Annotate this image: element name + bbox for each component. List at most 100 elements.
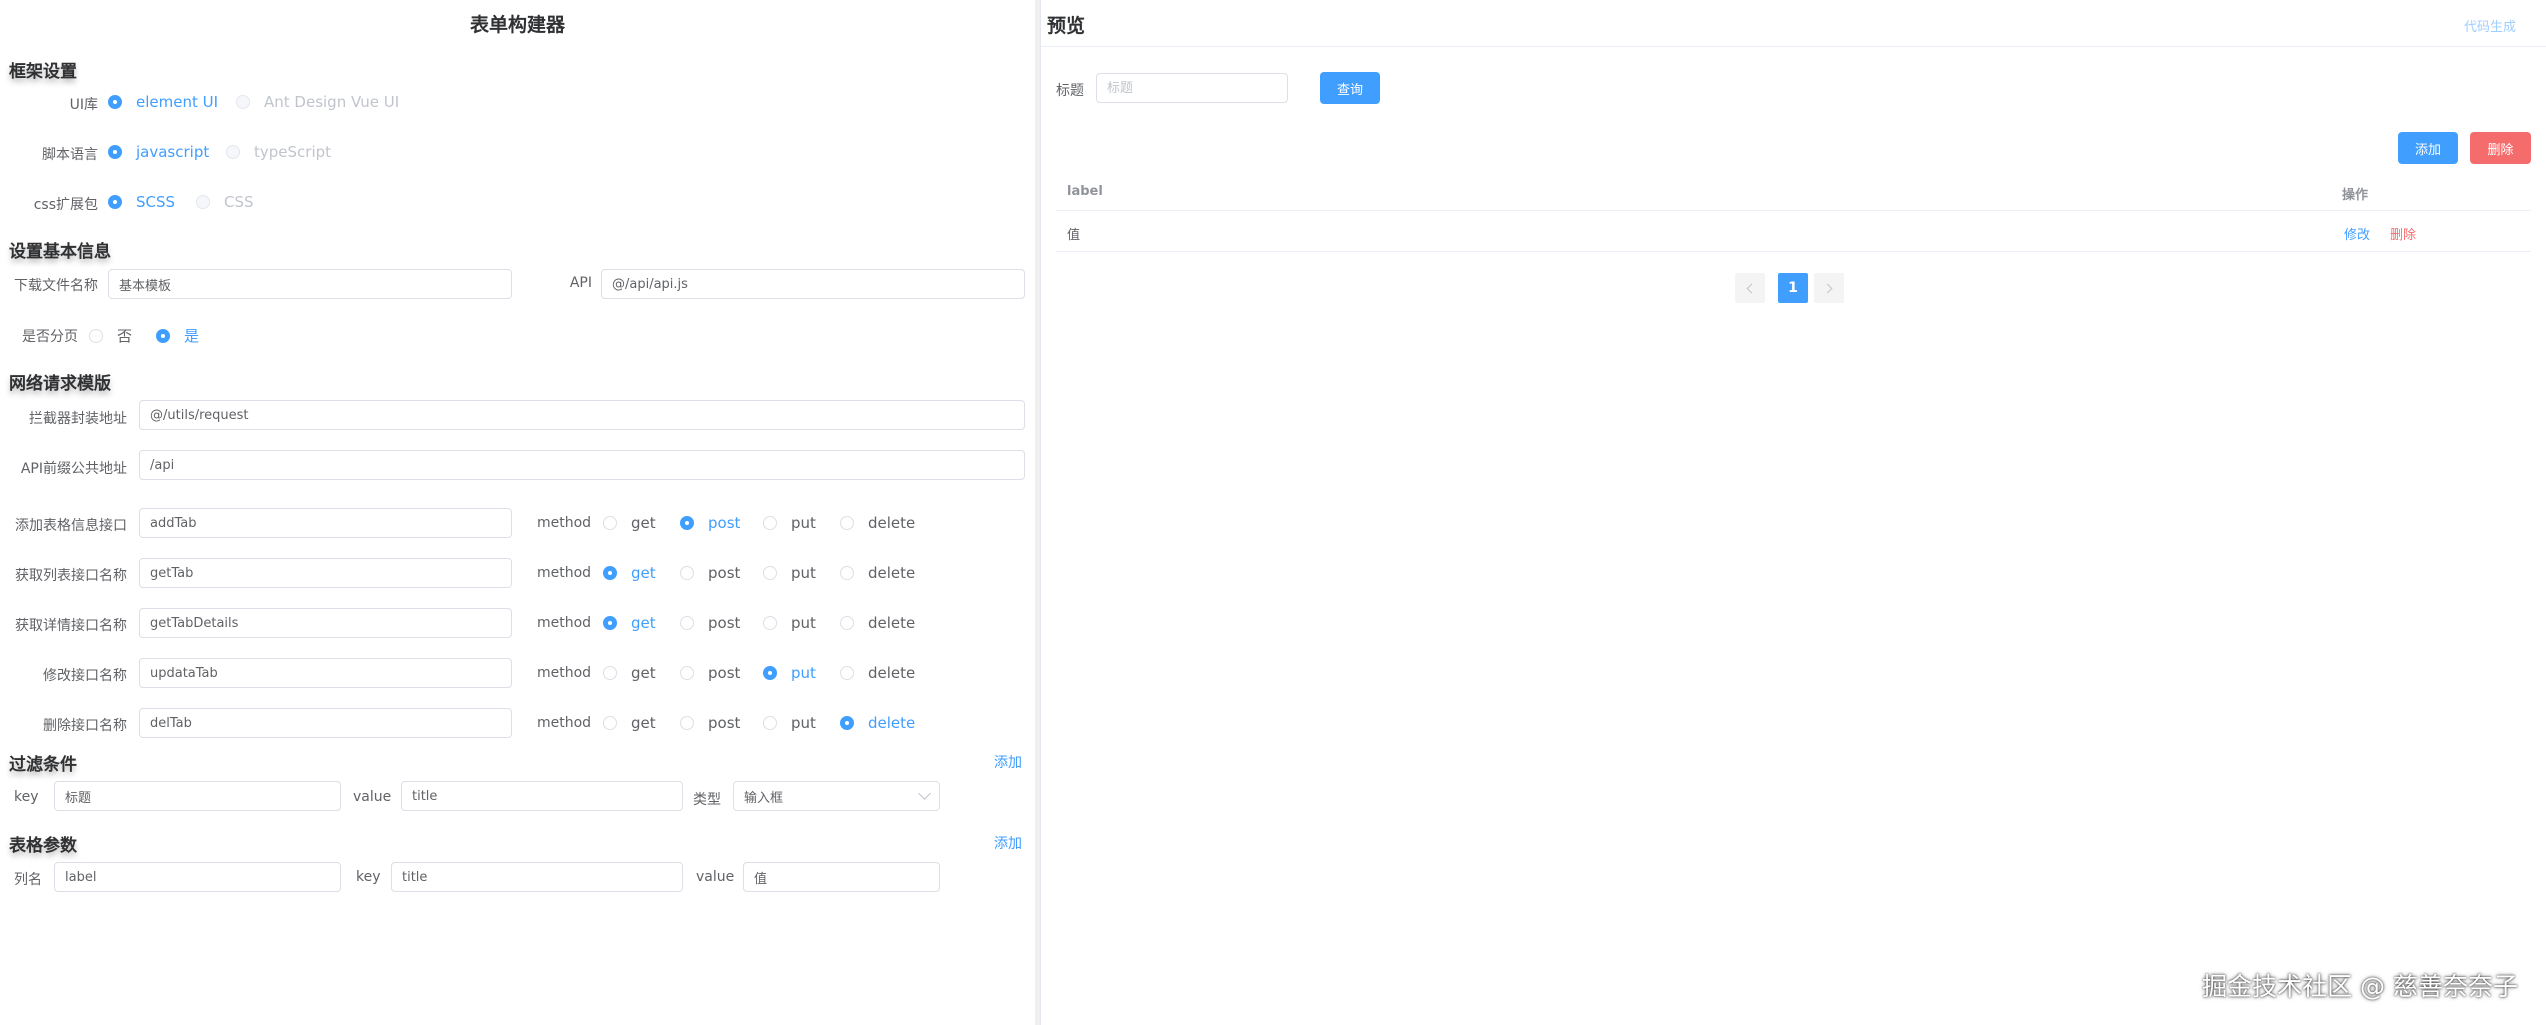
radio-dot: [603, 616, 617, 630]
radio-lang-javascript[interactable]: javascript: [108, 143, 209, 161]
table-header-label: label: [1067, 184, 1103, 199]
endpoint-label: 获取详情接口名称: [15, 618, 127, 634]
radio-dot: [840, 566, 854, 580]
endpoint-name-input[interactable]: [139, 708, 512, 738]
form-builder-panel: 表单构建器 框架设置 UI库 element UI Ant Design Vue…: [0, 0, 1035, 1025]
radio-dot: [763, 616, 777, 630]
endpoint-label: 添加表格信息接口: [15, 518, 127, 534]
radio-dot: [680, 616, 694, 630]
download-name-input[interactable]: [108, 269, 512, 299]
filter-type-value: 输入框: [744, 790, 784, 806]
radio-paging-no[interactable]: 否: [89, 325, 132, 346]
watermark: 掘金技术社区 @ 慈善奈奈子: [2202, 972, 2518, 1001]
radio-method-put[interactable]: put: [763, 564, 816, 582]
radio-dot: [89, 328, 103, 343]
radio-method-delete[interactable]: delete: [840, 614, 915, 632]
radio-dot: [603, 666, 617, 680]
radio-dot: [236, 95, 250, 109]
radio-css-css[interactable]: CSS: [196, 193, 254, 211]
download-name-label: 下载文件名称: [14, 278, 98, 294]
radio-lang-typescript[interactable]: typeScript: [226, 143, 331, 161]
radio-dot: [840, 666, 854, 680]
filter-type-select[interactable]: 输入框: [733, 781, 940, 811]
code-gen-link[interactable]: 代码生成: [2464, 16, 2516, 35]
row-delete-link[interactable]: 删除: [2390, 224, 2416, 243]
table-col-input[interactable]: [54, 862, 341, 892]
radio-dot: [603, 716, 617, 730]
radio-css-scss[interactable]: SCSS: [108, 193, 175, 211]
table-value-input[interactable]: [743, 862, 940, 892]
pager-page-1[interactable]: 1: [1778, 273, 1808, 303]
radio-method-delete[interactable]: delete: [840, 514, 915, 532]
radio-dot: [840, 516, 854, 530]
search-title-input[interactable]: [1096, 73, 1288, 103]
endpoint-label: 修改接口名称: [43, 668, 127, 684]
pager-next-button[interactable]: [1814, 273, 1844, 303]
endpoint-name-input[interactable]: [139, 508, 512, 538]
preview-panel: 预览 代码生成 标题 查询 添加 删除 label 操作 值 修改 删除 1: [1040, 0, 2546, 1025]
radio-method-put[interactable]: put: [763, 614, 816, 632]
interceptor-label: 拦截器封装地址: [29, 411, 127, 427]
radio-method-post[interactable]: post: [680, 514, 740, 532]
method-label: method: [537, 665, 592, 681]
radio-method-post[interactable]: post: [680, 664, 740, 682]
section-framework: 框架设置: [9, 62, 77, 82]
radio-ui-antd[interactable]: Ant Design Vue UI: [236, 93, 399, 111]
pager-prev-button[interactable]: [1735, 273, 1765, 303]
filter-key-input[interactable]: [54, 781, 341, 811]
endpoint-name-input[interactable]: [139, 608, 512, 638]
radio-method-put[interactable]: put: [763, 714, 816, 732]
filter-value-input[interactable]: [401, 781, 683, 811]
endpoint-name-input[interactable]: [139, 658, 512, 688]
radio-dot: [108, 195, 122, 209]
row-edit-link[interactable]: 修改: [2344, 224, 2370, 243]
chevron-down-icon: [918, 787, 931, 800]
api-prefix-input[interactable]: [139, 450, 1025, 480]
radio-method-delete[interactable]: delete: [840, 564, 915, 582]
table-cell-label: 值: [1067, 228, 1081, 243]
builder-title: 表单构建器: [469, 14, 565, 36]
radio-dot: [680, 516, 694, 530]
radio-method-delete[interactable]: delete: [840, 714, 915, 732]
interceptor-input[interactable]: [139, 400, 1025, 430]
radio-method-get[interactable]: get: [603, 564, 656, 582]
radio-method-delete[interactable]: delete: [840, 664, 915, 682]
table-value-label: value: [696, 869, 735, 885]
table-key-input[interactable]: [391, 862, 683, 892]
table-header-divider: [1056, 210, 2531, 211]
preview-title: 预览: [1047, 15, 1086, 37]
section-table-params: 表格参数: [9, 836, 77, 856]
radio-method-get[interactable]: get: [603, 664, 656, 682]
radio-paging-yes[interactable]: 是: [156, 325, 199, 346]
chevron-left-icon: [1746, 283, 1757, 293]
radio-dot: [196, 195, 210, 209]
radio-method-post[interactable]: post: [680, 614, 740, 632]
radio-method-get[interactable]: get: [603, 514, 656, 532]
radio-dot: [763, 566, 777, 580]
method-label: method: [537, 615, 592, 631]
radio-ui-element[interactable]: element UI: [108, 93, 218, 111]
api-file-input[interactable]: [601, 269, 1025, 299]
delete-button[interactable]: 删除: [2470, 132, 2531, 164]
radio-method-put[interactable]: put: [763, 664, 816, 682]
radio-method-get[interactable]: get: [603, 714, 656, 732]
section-network-template: 网络请求模版: [9, 374, 111, 394]
method-label: method: [537, 565, 592, 581]
radio-dot: [680, 716, 694, 730]
table-add-link[interactable]: 添加: [994, 833, 1022, 853]
search-title-label: 标题: [1056, 83, 1084, 99]
filter-add-link[interactable]: 添加: [994, 752, 1022, 772]
radio-dot: [680, 566, 694, 580]
radio-method-put[interactable]: put: [763, 514, 816, 532]
query-button[interactable]: 查询: [1320, 72, 1380, 104]
radio-method-post[interactable]: post: [680, 564, 740, 582]
add-button[interactable]: 添加: [2398, 132, 2458, 164]
radio-method-get[interactable]: get: [603, 614, 656, 632]
radio-dot: [680, 666, 694, 680]
endpoint-label: 删除接口名称: [43, 718, 127, 734]
endpoint-name-input[interactable]: [139, 558, 512, 588]
radio-dot: [603, 566, 617, 580]
css-ext-label: css扩展包: [33, 197, 98, 213]
radio-method-post[interactable]: post: [680, 714, 740, 732]
radio-dot: [763, 716, 777, 730]
